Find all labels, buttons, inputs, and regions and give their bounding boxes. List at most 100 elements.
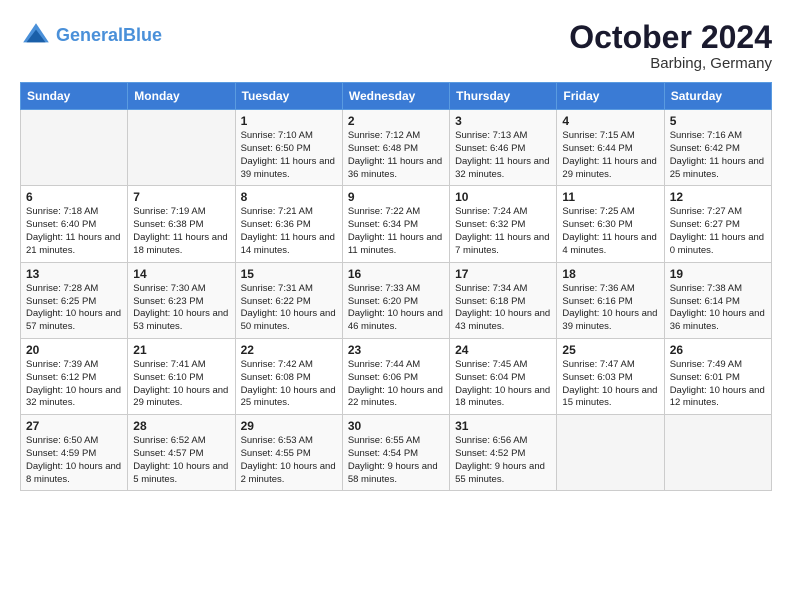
day-content: Sunrise: 6:50 AM Sunset: 4:59 PM Dayligh… [26,435,122,486]
day-number: 24 [455,343,551,357]
day-content: Sunrise: 7:21 AM Sunset: 6:36 PM Dayligh… [241,206,337,257]
day-content: Sunrise: 6:52 AM Sunset: 4:57 PM Dayligh… [133,435,229,486]
weekday-header-sunday: Sunday [21,83,128,110]
day-number: 9 [348,190,444,204]
day-content: Sunrise: 6:56 AM Sunset: 4:52 PM Dayligh… [455,435,551,486]
day-content: Sunrise: 7:10 AM Sunset: 6:50 PM Dayligh… [241,130,337,181]
calendar-cell: 12Sunrise: 7:27 AM Sunset: 6:27 PM Dayli… [664,186,771,262]
day-number: 8 [241,190,337,204]
calendar-cell: 2 Sunrise: 7:12 AM Sunset: 6:48 PM Daylig… [342,110,449,186]
day-number: 6 [26,190,122,204]
day-content: Sunrise: 7:15 AM Sunset: 6:44 PM Dayligh… [562,130,658,181]
calendar-cell: 8 Sunrise: 7:21 AM Sunset: 6:36 PM Daylig… [235,186,342,262]
calendar-cell: 6Sunrise: 7:18 AM Sunset: 6:40 PM Daylig… [21,186,128,262]
calendar-week-3: 13 Sunrise: 7:28 AM Sunset: 6:25 PM Dayli… [21,262,772,338]
logo-text: GeneralBlue [56,26,162,46]
weekday-header-friday: Friday [557,83,664,110]
weekday-header-row: SundayMondayTuesdayWednesdayThursdayFrid… [21,83,772,110]
calendar-week-1: 1 Sunrise: 7:10 AM Sunset: 6:50 PM Daylig… [21,110,772,186]
day-number: 14 [133,267,229,281]
day-content: Sunrise: 7:28 AM Sunset: 6:25 PM Dayligh… [26,283,122,334]
day-number: 30 [348,419,444,433]
day-number: 21 [133,343,229,357]
calendar-cell: 14 Sunrise: 7:30 AM Sunset: 6:23 PM Dayli… [128,262,235,338]
day-content: Sunrise: 7:22 AM Sunset: 6:34 PM Dayligh… [348,206,444,257]
calendar-cell: 13 Sunrise: 7:28 AM Sunset: 6:25 PM Dayli… [21,262,128,338]
calendar-cell: 15 Sunrise: 7:31 AM Sunset: 6:22 PM Dayli… [235,262,342,338]
location: Barbing, Germany [569,55,772,72]
calendar-cell: 9 Sunrise: 7:22 AM Sunset: 6:34 PM Daylig… [342,186,449,262]
calendar-cell: 20Sunrise: 7:39 AM Sunset: 6:12 PM Dayli… [21,338,128,414]
logo-icon [20,20,52,52]
day-number: 2 [348,114,444,128]
day-content: Sunrise: 7:31 AM Sunset: 6:22 PM Dayligh… [241,283,337,334]
day-number: 23 [348,343,444,357]
calendar-cell: 30 Sunrise: 6:55 AM Sunset: 4:54 PM Dayli… [342,415,449,491]
day-number: 12 [670,190,766,204]
calendar-cell: 27 Sunrise: 6:50 AM Sunset: 4:59 PM Dayli… [21,415,128,491]
calendar-cell: 11Sunrise: 7:25 AM Sunset: 6:30 PM Dayli… [557,186,664,262]
day-number: 20 [26,343,122,357]
day-number: 19 [670,267,766,281]
calendar-cell [557,415,664,491]
day-content: Sunrise: 7:44 AM Sunset: 6:06 PM Dayligh… [348,359,444,410]
day-number: 31 [455,419,551,433]
weekday-header-saturday: Saturday [664,83,771,110]
calendar-cell: 21 Sunrise: 7:41 AM Sunset: 6:10 PM Dayli… [128,338,235,414]
weekday-header-wednesday: Wednesday [342,83,449,110]
weekday-header-monday: Monday [128,83,235,110]
day-content: Sunrise: 7:19 AM Sunset: 6:38 PM Dayligh… [133,206,229,257]
day-content: Sunrise: 7:45 AM Sunset: 6:04 PM Dayligh… [455,359,551,410]
title-block: October 2024 Barbing, Germany [569,20,772,72]
calendar-cell: 5Sunrise: 7:16 AM Sunset: 6:42 PM Daylig… [664,110,771,186]
day-content: Sunrise: 7:47 AM Sunset: 6:03 PM Dayligh… [562,359,658,410]
calendar-cell: 1 Sunrise: 7:10 AM Sunset: 6:50 PM Daylig… [235,110,342,186]
day-content: Sunrise: 7:12 AM Sunset: 6:48 PM Dayligh… [348,130,444,181]
day-content: Sunrise: 7:13 AM Sunset: 6:46 PM Dayligh… [455,130,551,181]
calendar-cell: 10Sunrise: 7:24 AM Sunset: 6:32 PM Dayli… [450,186,557,262]
day-number: 16 [348,267,444,281]
day-number: 22 [241,343,337,357]
calendar-cell: 18 Sunrise: 7:36 AM Sunset: 6:16 PM Dayli… [557,262,664,338]
calendar-week-5: 27 Sunrise: 6:50 AM Sunset: 4:59 PM Dayli… [21,415,772,491]
calendar-cell: 31 Sunrise: 6:56 AM Sunset: 4:52 PM Dayli… [450,415,557,491]
day-content: Sunrise: 7:41 AM Sunset: 6:10 PM Dayligh… [133,359,229,410]
day-content: Sunrise: 7:34 AM Sunset: 6:18 PM Dayligh… [455,283,551,334]
calendar-cell: 17Sunrise: 7:34 AM Sunset: 6:18 PM Dayli… [450,262,557,338]
weekday-header-thursday: Thursday [450,83,557,110]
day-number: 25 [562,343,658,357]
day-number: 18 [562,267,658,281]
day-number: 3 [455,114,551,128]
calendar-table: SundayMondayTuesdayWednesdayThursdayFrid… [20,82,772,491]
day-content: Sunrise: 7:33 AM Sunset: 6:20 PM Dayligh… [348,283,444,334]
calendar-cell [128,110,235,186]
day-number: 7 [133,190,229,204]
day-content: Sunrise: 6:55 AM Sunset: 4:54 PM Dayligh… [348,435,444,486]
day-number: 1 [241,114,337,128]
calendar-cell [664,415,771,491]
day-content: Sunrise: 7:30 AM Sunset: 6:23 PM Dayligh… [133,283,229,334]
day-number: 4 [562,114,658,128]
day-number: 27 [26,419,122,433]
calendar-cell [21,110,128,186]
calendar-cell: 3 Sunrise: 7:13 AM Sunset: 6:46 PM Daylig… [450,110,557,186]
day-content: Sunrise: 6:53 AM Sunset: 4:55 PM Dayligh… [241,435,337,486]
calendar-cell: 7 Sunrise: 7:19 AM Sunset: 6:38 PM Daylig… [128,186,235,262]
day-content: Sunrise: 7:24 AM Sunset: 6:32 PM Dayligh… [455,206,551,257]
calendar-cell: 22 Sunrise: 7:42 AM Sunset: 6:08 PM Dayli… [235,338,342,414]
calendar-cell: 28Sunrise: 6:52 AM Sunset: 4:57 PM Dayli… [128,415,235,491]
logo: GeneralBlue [20,20,162,52]
calendar-cell: 24 Sunrise: 7:45 AM Sunset: 6:04 PM Dayli… [450,338,557,414]
day-content: Sunrise: 7:42 AM Sunset: 6:08 PM Dayligh… [241,359,337,410]
month-title: October 2024 [569,20,772,55]
page-header: GeneralBlue October 2024 Barbing, German… [20,20,772,72]
calendar-cell: 26Sunrise: 7:49 AM Sunset: 6:01 PM Dayli… [664,338,771,414]
day-content: Sunrise: 7:16 AM Sunset: 6:42 PM Dayligh… [670,130,766,181]
day-content: Sunrise: 7:36 AM Sunset: 6:16 PM Dayligh… [562,283,658,334]
calendar-week-4: 20Sunrise: 7:39 AM Sunset: 6:12 PM Dayli… [21,338,772,414]
day-number: 13 [26,267,122,281]
day-number: 15 [241,267,337,281]
calendar-cell: 23 Sunrise: 7:44 AM Sunset: 6:06 PM Dayli… [342,338,449,414]
calendar-cell: 19Sunrise: 7:38 AM Sunset: 6:14 PM Dayli… [664,262,771,338]
day-number: 11 [562,190,658,204]
